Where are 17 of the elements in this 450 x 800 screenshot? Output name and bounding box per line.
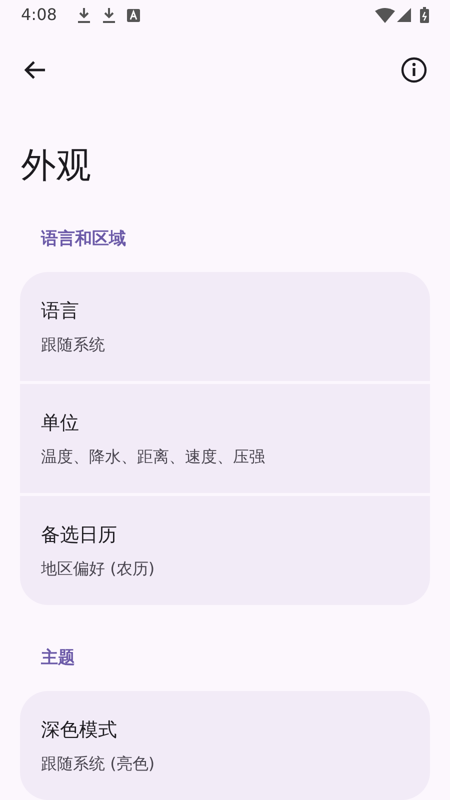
download-icon <box>102 7 116 23</box>
info-button[interactable] <box>400 56 428 84</box>
section-header: 主题 <box>40 647 76 669</box>
settings-item[interactable]: 语言 跟随系统 <box>20 272 430 381</box>
status-time: 4:08 <box>21 4 57 26</box>
section-header: 语言和区域 <box>40 228 127 250</box>
download-icon <box>76 7 91 23</box>
info-icon <box>401 57 427 83</box>
battery-icon <box>420 7 429 23</box>
page-title: 外观 <box>20 145 92 188</box>
wifi-icon <box>375 8 395 22</box>
settings-item[interactable]: 备选日历 地区偏好 (农历) <box>20 496 430 605</box>
signal-icon <box>397 8 411 22</box>
notification-icon <box>126 8 140 22</box>
settings-item[interactable]: 单位 温度、降水、距离、速度、压强 <box>20 384 430 493</box>
settings-item[interactable]: 深色模式 跟随系统 (亮色) <box>20 691 430 800</box>
back-arrow-icon <box>24 60 46 80</box>
